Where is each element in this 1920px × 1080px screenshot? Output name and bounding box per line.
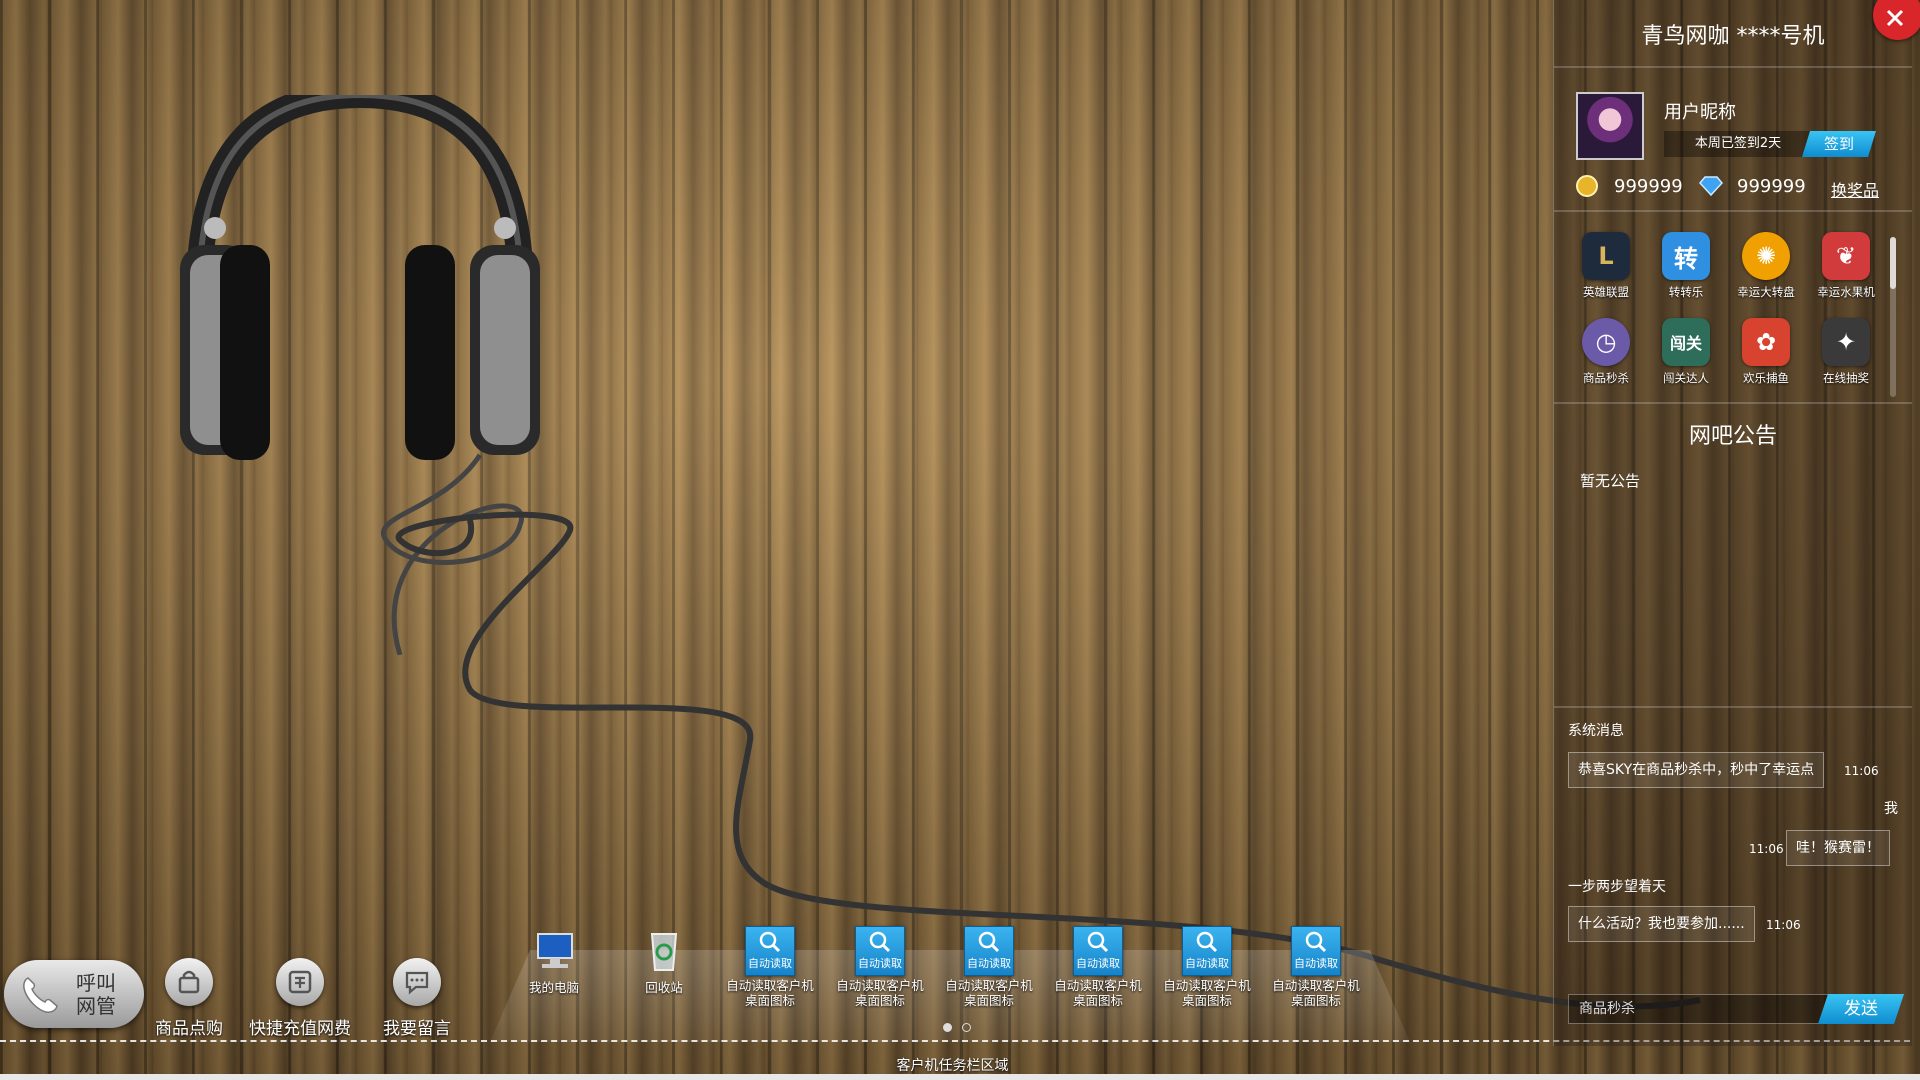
call-admin-button[interactable]: 呼叫 网管 [4,960,144,1028]
panel-divider [1554,402,1912,404]
search-icon [869,931,891,953]
panel-title: 青鸟网咖 ****号机 [1641,24,1825,49]
send-button[interactable]: 发送 [1818,994,1904,1024]
desktop-page-indicator [938,1017,976,1036]
coin-icon [1576,175,1598,197]
app-spin-fun[interactable]: 转 转转乐 [1646,232,1726,300]
auto-read-desktop-icon-1[interactable]: 自动读取 自动读取客户机桌面图标 [725,926,815,1008]
bottom-strip [0,1074,1920,1080]
chat-time: 11:06 [1766,918,1801,932]
app-fishing[interactable]: ✿ 欢乐捕鱼 [1726,318,1806,386]
shop-order-label: 商品点购 [155,1019,223,1039]
chat-system-title: 系统消息 [1568,723,1624,739]
notice-body: 暂无公告 [1580,472,1641,490]
app-flash-sale[interactable]: ◷ 商品秒杀 [1566,318,1646,386]
fruit-machine-icon: ❦ [1822,232,1870,280]
cafe-side-panel: 青鸟网咖 ****号机 用户昵称 本周已签到2天 签到 999999 99999… [1553,0,1912,1046]
call-admin-label: 呼叫 网管 [76,971,116,1018]
recycle-bin-shortcut[interactable]: 回收站 [619,926,709,995]
chat-message-system: 恭喜SKY在商品秒杀中，秒中了幸运点 [1568,752,1825,788]
auto-read-desktop-icon-4[interactable]: 自动读取 自动读取客户机桌面图标 [1053,926,1143,1008]
phone-icon [23,977,58,1013]
panel-divider [1554,66,1912,68]
user-nickname: 用户昵称 [1664,102,1736,123]
app-online-lottery[interactable]: ✦ 在线抽奖 [1806,318,1886,386]
auto-read-desktop-icon-6[interactable]: 自动读取 自动读取客户机桌面图标 [1271,926,1361,1008]
avatar[interactable] [1576,92,1644,160]
auto-read-desktop-icon-3[interactable]: 自动读取 自动读取客户机桌面图标 [944,926,1034,1008]
app-challenge[interactable]: 闯关 闯关达人 [1646,318,1726,386]
search-icon [1087,931,1109,953]
headphones-wallpaper-art [180,95,540,655]
magic-hat-icon: ✦ [1822,318,1870,366]
league-icon: L [1582,232,1630,280]
search-icon [759,931,781,953]
recycle-bin-icon [650,933,678,971]
redeem-prize-link[interactable]: 换奖品 [1831,177,1879,201]
page-dot-2[interactable] [962,1023,971,1032]
shopping-bag-icon [178,970,200,994]
app-league[interactable]: L 英雄联盟 [1566,232,1646,300]
clock-icon: ◷ [1582,318,1630,366]
diamond-icon [1699,176,1723,196]
diamond-balance: 999999 [1737,176,1806,197]
search-icon [1305,931,1327,953]
computer-icon [537,933,573,968]
leave-message-label: 我要留言 [383,1019,451,1039]
my-computer-shortcut[interactable]: 我的电脑 [509,926,599,995]
shop-order-button[interactable]: 商品点购 [134,958,244,1039]
chat-sender-other: 一步两步望着天 [1568,879,1666,895]
chat-sender-me: 我 [1884,801,1898,817]
panel-divider [1554,210,1912,212]
notice-title: 网吧公告 [1688,424,1777,449]
leave-message-button[interactable]: 我要留言 [362,958,472,1039]
page-dot-1[interactable] [943,1023,952,1032]
spin-fun-icon: 转 [1662,232,1710,280]
auto-read-desktop-icon-2[interactable]: 自动读取 自动读取客户机桌面图标 [835,926,925,1008]
chat-time: 11:06 [1844,764,1879,778]
app-fruit-machine[interactable]: ❦ 幸运水果机 [1806,232,1886,300]
signin-status: 本周已签到2天 [1664,131,1812,157]
recharge-label: 快捷充值网费 [249,1019,351,1039]
search-icon [1196,931,1218,953]
recharge-button[interactable]: 快捷充值网费 [245,958,355,1039]
coin-balance: 999999 [1614,176,1683,197]
chat-message-me: 哇！猴赛雷！ [1786,830,1890,866]
apps-scrollbar[interactable] [1890,237,1896,397]
auto-read-desktop-icon-5[interactable]: 自动读取 自动读取客户机桌面图标 [1162,926,1252,1008]
apps-scrollbar-thumb[interactable] [1890,237,1896,289]
message-icon [405,971,429,995]
signin-button[interactable]: 签到 [1802,131,1876,157]
panel-divider [1554,706,1912,708]
chat-time: 11:06 [1749,842,1784,856]
chat-message-other: 什么活动？我也要参加...... [1568,906,1755,942]
search-icon [978,931,1000,953]
lucky-wheel-icon: ✺ [1742,232,1790,280]
fish-icon: ✿ [1742,318,1790,366]
taskbar-label: 客户机任务栏区域 [896,1058,1009,1074]
challenge-icon: 闯关 [1662,318,1710,366]
app-lucky-wheel[interactable]: ✺ 幸运大转盘 [1726,232,1806,300]
recharge-icon [288,970,312,994]
close-icon [1886,9,1904,27]
chat-input[interactable]: 商品秒杀 [1568,994,1840,1024]
